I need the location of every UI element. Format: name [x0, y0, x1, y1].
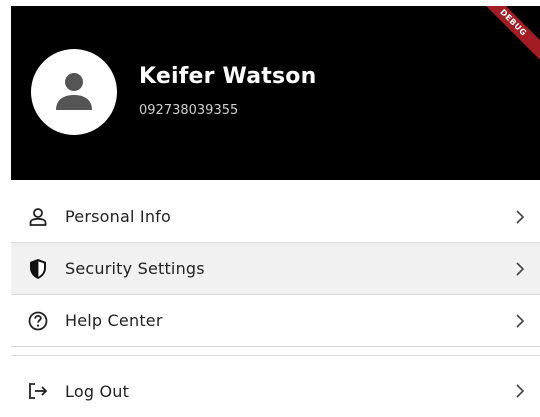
chevron-right-icon — [516, 313, 525, 328]
shield-icon — [27, 258, 49, 280]
chevron-right-icon — [516, 384, 525, 398]
menu-item-label: Log Out — [65, 381, 130, 401]
section-divider — [11, 355, 540, 356]
menu-item-personal-info[interactable]: Personal Info — [11, 191, 540, 243]
profile-phone: 092738039355 — [139, 103, 239, 118]
menu-item-label: Security Settings — [65, 259, 205, 278]
menu-item-label: Personal Info — [65, 207, 171, 226]
menu-item-help-center[interactable]: Help Center — [11, 295, 540, 347]
person-outline-icon — [27, 206, 49, 228]
avatar[interactable] — [31, 49, 117, 135]
help-circle-icon — [27, 310, 49, 332]
profile-name: Keifer Watson — [139, 64, 317, 89]
menu-item-label: Help Center — [65, 311, 163, 330]
logout-icon — [27, 380, 49, 402]
debug-banner: DEBUG — [469, 6, 540, 67]
person-icon — [56, 73, 92, 110]
chevron-right-icon — [516, 261, 525, 276]
chevron-right-icon — [516, 209, 525, 224]
profile-header: Keifer Watson 092738039355 DEBUG — [11, 6, 540, 180]
menu-item-security-settings[interactable]: Security Settings — [11, 243, 540, 295]
menu-item-log-out[interactable]: Log Out — [11, 365, 540, 417]
